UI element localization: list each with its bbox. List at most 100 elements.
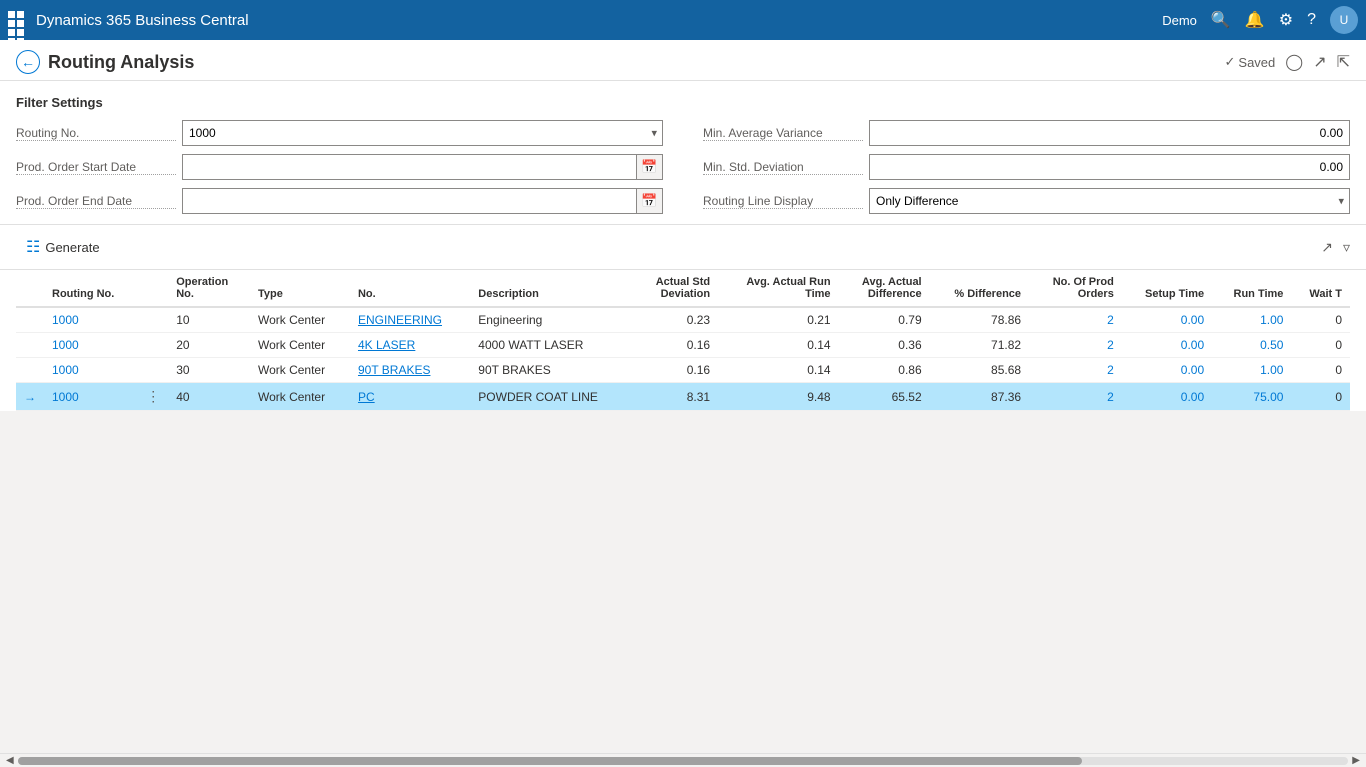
- row-dots-cell[interactable]: [138, 307, 168, 333]
- pct-diff-cell: 71.82: [930, 333, 1029, 358]
- routing-no-cell[interactable]: 1000: [44, 383, 138, 411]
- type-cell: Work Center: [250, 383, 350, 411]
- avg-actual-diff-cell: 65.52: [839, 383, 930, 411]
- routing-no-cell[interactable]: 1000: [44, 307, 138, 333]
- col-wait-time-header: Wait T: [1291, 270, 1350, 307]
- no-prod-orders-cell[interactable]: 2: [1029, 383, 1122, 411]
- col-no-prod-orders-header: No. Of ProdOrders: [1029, 270, 1122, 307]
- bookmark-icon[interactable]: ◯: [1285, 52, 1303, 72]
- table-row[interactable]: →1000⋮40Work CenterPCPOWDER COAT LINE8.3…: [16, 383, 1350, 411]
- wait-time-cell: 0: [1291, 333, 1350, 358]
- avg-actual-diff-cell: 0.79: [839, 307, 930, 333]
- row-arrow-cell: [16, 307, 44, 333]
- actual-std-dev-cell: 8.31: [633, 383, 718, 411]
- share-icon[interactable]: ↗: [1313, 52, 1326, 72]
- no-prod-orders-cell[interactable]: 2: [1029, 307, 1122, 333]
- min-avg-variance-label: Min. Average Variance: [703, 126, 863, 141]
- share-toolbar-icon[interactable]: ↗: [1321, 239, 1333, 256]
- topbar-right: Demo 🔍 🔔 ⚙ ? U: [1162, 6, 1358, 34]
- setup-time-cell[interactable]: 0.00: [1122, 307, 1212, 333]
- no-cell[interactable]: 90T BRAKES: [350, 358, 470, 383]
- col-description-header: Description: [470, 270, 633, 307]
- help-icon[interactable]: ?: [1307, 11, 1316, 29]
- table-wrap: Routing No. OperationNo. Type No. Descri…: [0, 270, 1366, 411]
- scroll-left-arrow[interactable]: ◀: [2, 755, 18, 766]
- prod-start-input[interactable]: [182, 154, 637, 180]
- page-header: ← Routing Analysis ✓ Saved ◯ ↗ ⇱: [0, 40, 1366, 81]
- back-button[interactable]: ←: [16, 50, 40, 74]
- col-routing-no-header: Routing No.: [44, 270, 138, 307]
- no-prod-orders-cell[interactable]: 2: [1029, 333, 1122, 358]
- type-cell: Work Center: [250, 307, 350, 333]
- toolbar-right: ↗ ▿: [1321, 239, 1350, 256]
- table-row[interactable]: 100010Work CenterENGINEERINGEngineering0…: [16, 307, 1350, 333]
- routing-no-label: Routing No.: [16, 126, 176, 141]
- run-time-cell[interactable]: 1.00: [1212, 307, 1291, 333]
- prod-end-input[interactable]: [182, 188, 637, 214]
- filter-left: Routing No. 1000 Prod. Order Start Date …: [16, 120, 663, 214]
- setup-time-cell[interactable]: 0.00: [1122, 383, 1212, 411]
- prod-start-input-wrap: 📅: [182, 154, 663, 180]
- row-dots-cell[interactable]: [138, 358, 168, 383]
- operation-no-cell: 10: [168, 307, 250, 333]
- run-time-cell[interactable]: 0.50: [1212, 333, 1291, 358]
- row-arrow-cell: [16, 333, 44, 358]
- apps-icon[interactable]: [8, 11, 26, 29]
- routing-no-cell[interactable]: 1000: [44, 333, 138, 358]
- expand-icon[interactable]: ⇱: [1337, 52, 1350, 72]
- settings-icon[interactable]: ⚙: [1279, 10, 1293, 30]
- prod-end-calendar-btn[interactable]: 📅: [637, 188, 663, 214]
- checkmark-icon: ✓: [1225, 54, 1236, 70]
- col-operation-no-header: OperationNo.: [168, 270, 250, 307]
- pct-diff-cell: 78.86: [930, 307, 1029, 333]
- no-cell[interactable]: 4K LASER: [350, 333, 470, 358]
- table-row[interactable]: 100030Work Center90T BRAKES90T BRAKES0.1…: [16, 358, 1350, 383]
- row-arrow-cell: [16, 358, 44, 383]
- filter-toolbar-icon[interactable]: ▿: [1343, 239, 1350, 256]
- run-time-cell[interactable]: 75.00: [1212, 383, 1291, 411]
- routing-line-display-label: Routing Line Display: [703, 194, 863, 209]
- min-std-dev-input[interactable]: 0.00: [869, 154, 1350, 180]
- setup-time-cell[interactable]: 0.00: [1122, 358, 1212, 383]
- operation-no-cell: 40: [168, 383, 250, 411]
- setup-time-cell[interactable]: 0.00: [1122, 333, 1212, 358]
- wait-time-cell: 0: [1291, 358, 1350, 383]
- table-row[interactable]: 1000 2 0 Work Center4K LASER4000 WATT LASER…: [16, 333, 1350, 358]
- no-cell[interactable]: ENGINEERING: [350, 307, 470, 333]
- routing-line-display-select[interactable]: Only Difference All With Difference: [869, 188, 1350, 214]
- generate-button[interactable]: ☷ Generate: [16, 233, 110, 261]
- description-cell: 4000 WATT LASER: [470, 333, 633, 358]
- toolbar: ☷ Generate ↗ ▿: [0, 225, 1366, 270]
- routing-no-select[interactable]: 1000: [182, 120, 663, 146]
- prod-end-input-wrap: 📅: [182, 188, 663, 214]
- type-cell: Work Center: [250, 333, 350, 358]
- actual-std-dev-cell: 0.16: [633, 333, 718, 358]
- search-icon[interactable]: 🔍: [1211, 10, 1231, 30]
- scrollbar-track[interactable]: [18, 757, 1349, 765]
- prod-start-row: Prod. Order Start Date 📅: [16, 154, 663, 180]
- notification-icon[interactable]: 🔔: [1245, 10, 1265, 30]
- run-time-cell[interactable]: 1.00: [1212, 358, 1291, 383]
- row-dots-cell[interactable]: ⋮: [138, 383, 168, 411]
- description-cell: 90T BRAKES: [470, 358, 633, 383]
- routing-no-cell[interactable]: 1000: [44, 358, 138, 383]
- routing-no-select-wrap: 1000: [182, 120, 663, 146]
- avg-actual-run-time-cell: 0.14: [718, 333, 838, 358]
- routing-table: Routing No. OperationNo. Type No. Descri…: [16, 270, 1350, 411]
- min-avg-variance-row: Min. Average Variance 0.00: [703, 120, 1350, 146]
- avatar[interactable]: U: [1330, 6, 1358, 34]
- prod-start-calendar-btn[interactable]: 📅: [637, 154, 663, 180]
- min-avg-variance-input[interactable]: 0.00: [869, 120, 1350, 146]
- avg-actual-run-time-cell: 0.14: [718, 358, 838, 383]
- row-dots-cell[interactable]: [138, 333, 168, 358]
- no-cell[interactable]: PC: [350, 383, 470, 411]
- scrollbar-area: ◀ ▶: [0, 753, 1366, 767]
- scroll-right-arrow[interactable]: ▶: [1348, 755, 1364, 766]
- toolbar-left: ☷ Generate: [16, 233, 110, 261]
- col-type-header: Type: [250, 270, 350, 307]
- generate-label: Generate: [45, 240, 99, 255]
- col-setup-time-header: Setup Time: [1122, 270, 1212, 307]
- routing-line-display-row: Routing Line Display Only Difference All…: [703, 188, 1350, 214]
- saved-status: ✓ Saved: [1225, 54, 1276, 70]
- no-prod-orders-cell[interactable]: 2: [1029, 358, 1122, 383]
